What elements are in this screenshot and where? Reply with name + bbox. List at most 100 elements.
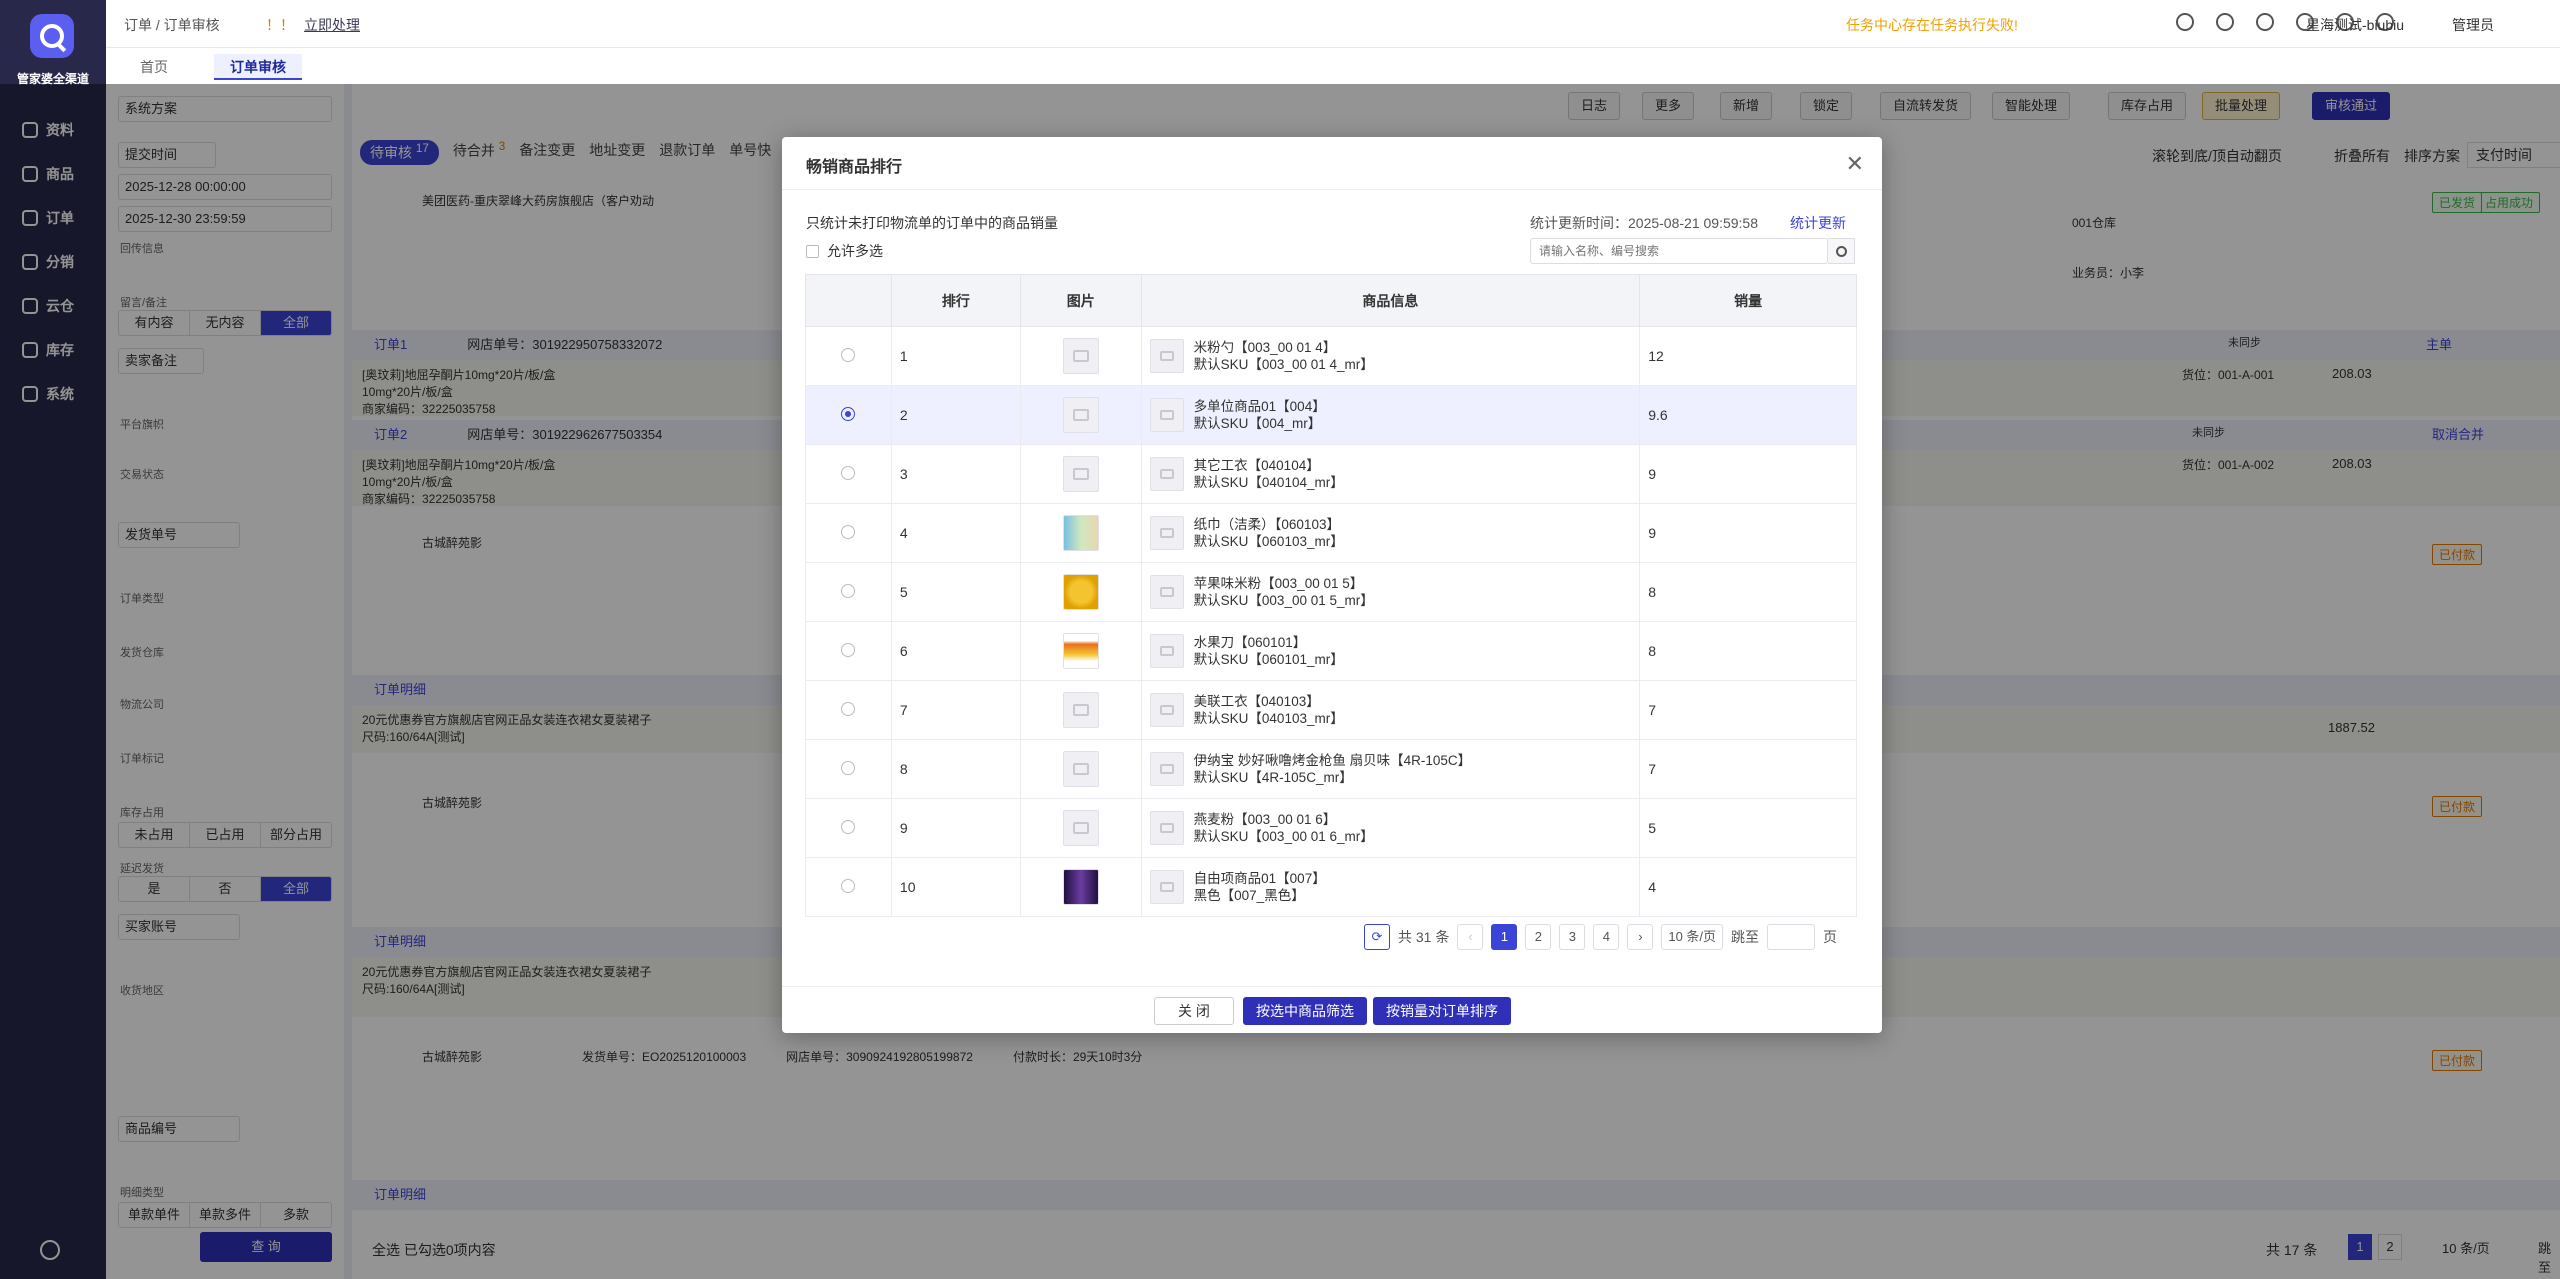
- image-placeholder-icon: [1072, 763, 1089, 775]
- ranking-row[interactable]: 8 伊纳宝 妙好啾噜烤金枪鱼 扇贝味【4R-105C】 默认SKU【4R-105C_…: [805, 739, 1857, 799]
- handle-now-link[interactable]: 立即处理: [304, 17, 360, 33]
- image-cell: [1019, 857, 1142, 917]
- close-button[interactable]: 关 闭: [1154, 997, 1234, 1025]
- header-divider: [782, 189, 1882, 190]
- image-placeholder-icon: [1159, 587, 1174, 597]
- col-product-info: 商品信息: [1140, 274, 1641, 327]
- product-name: 纸巾（洁柔）【060103】: [1193, 517, 1340, 532]
- page-1[interactable]: 1: [1491, 924, 1518, 950]
- next-page-icon[interactable]: ›: [1627, 924, 1654, 950]
- row-select-cell[interactable]: [805, 385, 892, 445]
- radio-icon[interactable]: [841, 406, 856, 421]
- page-size-select[interactable]: 10 条/页: [1661, 924, 1724, 950]
- product-info-cell: 纸巾（洁柔）【060103】 默认SKU【060103_mr】: [1140, 503, 1641, 563]
- close-icon[interactable]: ✕: [1846, 151, 1864, 177]
- page-4[interactable]: 4: [1593, 924, 1620, 950]
- product-image: [1062, 751, 1099, 787]
- refresh-icon[interactable]: ⟳: [1364, 924, 1390, 950]
- search-icon[interactable]: [2176, 13, 2194, 31]
- product-info-cell: 其它工衣【040104】 默认SKU【040104_mr】: [1140, 444, 1641, 504]
- radio-icon[interactable]: [841, 347, 856, 362]
- product-sku: 默认SKU【004_mr】: [1193, 416, 1322, 431]
- row-select-cell[interactable]: [805, 562, 892, 622]
- pagination: ⟳ 共 31 条 ‹ 1 2 3 4 › 10 条/页 跳至 页: [1364, 924, 1837, 950]
- page-3[interactable]: 3: [1559, 924, 1586, 950]
- ranking-row[interactable]: 3 其它工衣【040104】 默认SKU【040104_mr】 9: [805, 444, 1857, 504]
- ranking-row[interactable]: 7 美联工衣【040103】 默认SKU【040103_mr】 7: [805, 680, 1857, 740]
- row-select-cell[interactable]: [805, 503, 892, 563]
- radio-icon[interactable]: [841, 760, 856, 775]
- image-cell: [1019, 621, 1142, 681]
- ranking-row[interactable]: 2 多单位商品01【004】 默认SKU【004_mr】 9.6: [805, 385, 1857, 445]
- image-cell: [1019, 562, 1142, 622]
- page-2[interactable]: 2: [1525, 924, 1552, 950]
- ranking-row[interactable]: 5 苹果味米粉【003_00 01 5】 默认SKU【003_00 01 5_mr】…: [805, 562, 1857, 622]
- row-select-cell[interactable]: [805, 739, 892, 799]
- top-bar: 订单 / 订单审核 ！！ 立即处理 任务中心存在任务执行失败! 星海测试-biub…: [106, 0, 2560, 48]
- product-name: 燕麦粉【003_00 01 6】: [1193, 812, 1337, 827]
- product-info-cell: 燕麦粉【003_00 01 6】默认SKU【003_00 01 6_mr】: [1140, 798, 1641, 858]
- stat-refresh-link[interactable]: 统计更新: [1790, 213, 1846, 233]
- product-info-cell: 米粉勺【003_00 01 4】 默认SKU【003_00 01 4_mr】: [1140, 326, 1641, 386]
- product-info-cell: 多单位商品01【004】 默认SKU【004_mr】: [1140, 385, 1641, 445]
- sort-by-sales-button[interactable]: 按销量对订单排序: [1373, 997, 1511, 1025]
- radio-icon[interactable]: [841, 878, 856, 893]
- tab-order-audit[interactable]: 订单审核: [214, 54, 302, 80]
- radio-icon[interactable]: [841, 465, 856, 480]
- image-placeholder-icon: [1159, 410, 1174, 420]
- org-name[interactable]: 星海测试-biubiu: [2306, 15, 2404, 35]
- ranking-row[interactable]: 6 水果刀【060101】 默认SKU【060101_mr】 8: [805, 621, 1857, 681]
- product-thumb: [1149, 339, 1184, 373]
- image-placeholder-icon: [1159, 764, 1174, 774]
- row-select-cell[interactable]: [805, 798, 892, 858]
- col-sales: 销量: [1639, 274, 1857, 327]
- row-select-cell[interactable]: [805, 444, 892, 504]
- pending-alert: ！！ 立即处理: [266, 17, 360, 33]
- product-sku: 默认SKU【003_00 01 6_mr】: [1193, 829, 1374, 844]
- radio-icon[interactable]: [841, 642, 856, 657]
- radio-icon[interactable]: [841, 524, 856, 539]
- product-thumb: [1149, 398, 1184, 432]
- ranking-row[interactable]: 4 纸巾（洁柔）【060103】 默认SKU【060103_mr】 9: [805, 503, 1857, 563]
- product-name: 苹果味米粉【003_00 01 5】: [1193, 576, 1364, 591]
- radio-icon[interactable]: [841, 819, 856, 834]
- image-cell: [1019, 503, 1142, 563]
- row-select-cell[interactable]: [805, 680, 892, 740]
- ranking-row[interactable]: 9 燕麦粉【003_00 01 6】 默认SKU【003_00 01 6_mr】 5: [805, 798, 1857, 858]
- sales-cell: 8: [1639, 562, 1857, 622]
- breadcrumb: 订单 / 订单审核: [124, 17, 220, 33]
- app-logo[interactable]: [30, 14, 74, 58]
- rank-cell: 2: [890, 385, 1021, 445]
- prev-page-icon[interactable]: ‹: [1457, 924, 1484, 950]
- product-sku: 黑色【007_黑色】: [1193, 888, 1305, 903]
- col-image: 图片: [1019, 274, 1142, 327]
- support-icon[interactable]: [2256, 13, 2274, 31]
- user-name[interactable]: 管理员: [2452, 15, 2494, 35]
- row-select-cell[interactable]: [805, 857, 892, 917]
- image-cell: [1019, 385, 1142, 445]
- product-thumb: [1149, 575, 1184, 609]
- allow-multi-checkbox[interactable]: 允许多选: [806, 241, 883, 261]
- sales-cell: 7: [1639, 739, 1857, 799]
- product-image: [1062, 810, 1099, 846]
- rank-cell: 7: [890, 680, 1021, 740]
- radio-icon[interactable]: [841, 701, 856, 716]
- ranking-row[interactable]: 10 自由项商品01【007】 黑色【007_黑色】 4: [805, 857, 1857, 917]
- radio-icon[interactable]: [841, 583, 856, 598]
- sales-cell: 5: [1639, 798, 1857, 858]
- row-select-cell[interactable]: [805, 621, 892, 681]
- total-count: 共 31 条: [1398, 929, 1450, 945]
- filter-selected-button[interactable]: 按选中商品筛选: [1243, 997, 1367, 1025]
- sales-cell: 7: [1639, 680, 1857, 740]
- font-size-icon[interactable]: [2216, 13, 2234, 31]
- row-select-cell[interactable]: [805, 326, 892, 386]
- task-warning[interactable]: 任务中心存在任务执行失败!: [1846, 15, 2018, 35]
- search-button[interactable]: [1828, 238, 1855, 264]
- search-input[interactable]: [1530, 238, 1828, 264]
- page-unit-label: 页: [1823, 929, 1838, 945]
- tab-home[interactable]: 首页: [124, 54, 184, 80]
- rank-cell: 8: [890, 739, 1021, 799]
- product-image: [1062, 338, 1099, 374]
- goto-input[interactable]: [1767, 924, 1816, 950]
- ranking-row[interactable]: 1 米粉勺【003_00 01 4】 默认SKU【003_00 01 4_mr】 12: [805, 326, 1857, 386]
